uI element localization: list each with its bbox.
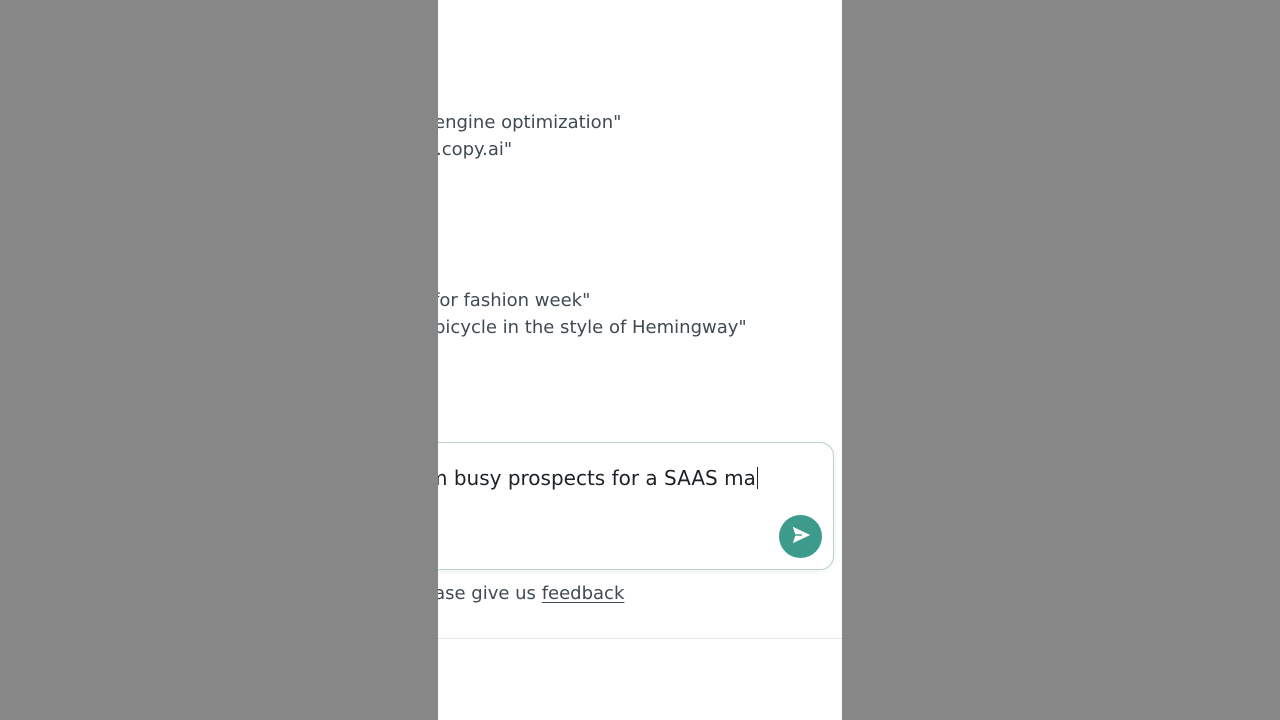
- dimmed-backdrop-right: [842, 0, 1280, 720]
- example-prompt[interactable]: bicycle in the style of Hemingway": [438, 319, 747, 337]
- prompt-input-text: m busy prospects for a SAAS ma: [438, 466, 756, 490]
- send-button[interactable]: [779, 515, 822, 558]
- prompt-input[interactable]: m busy prospects for a SAAS ma: [438, 466, 759, 490]
- prompt-box[interactable]: [438, 442, 834, 570]
- feedback-message: ease give us feedback: [438, 585, 624, 603]
- footer-divider: [438, 638, 842, 639]
- example-prompt[interactable]: engine optimization": [438, 114, 621, 132]
- dimmed-backdrop-left: [0, 0, 438, 720]
- feedback-prefix: ease give us: [438, 583, 536, 604]
- feedback-link[interactable]: feedback: [542, 583, 625, 604]
- example-prompt[interactable]: for fashion week": [438, 292, 590, 310]
- app-viewport: engine optimization" .copy.ai" for fashi…: [438, 0, 842, 720]
- text-caret: [756, 467, 759, 489]
- send-icon: [790, 524, 812, 550]
- example-prompt[interactable]: .copy.ai": [438, 141, 512, 159]
